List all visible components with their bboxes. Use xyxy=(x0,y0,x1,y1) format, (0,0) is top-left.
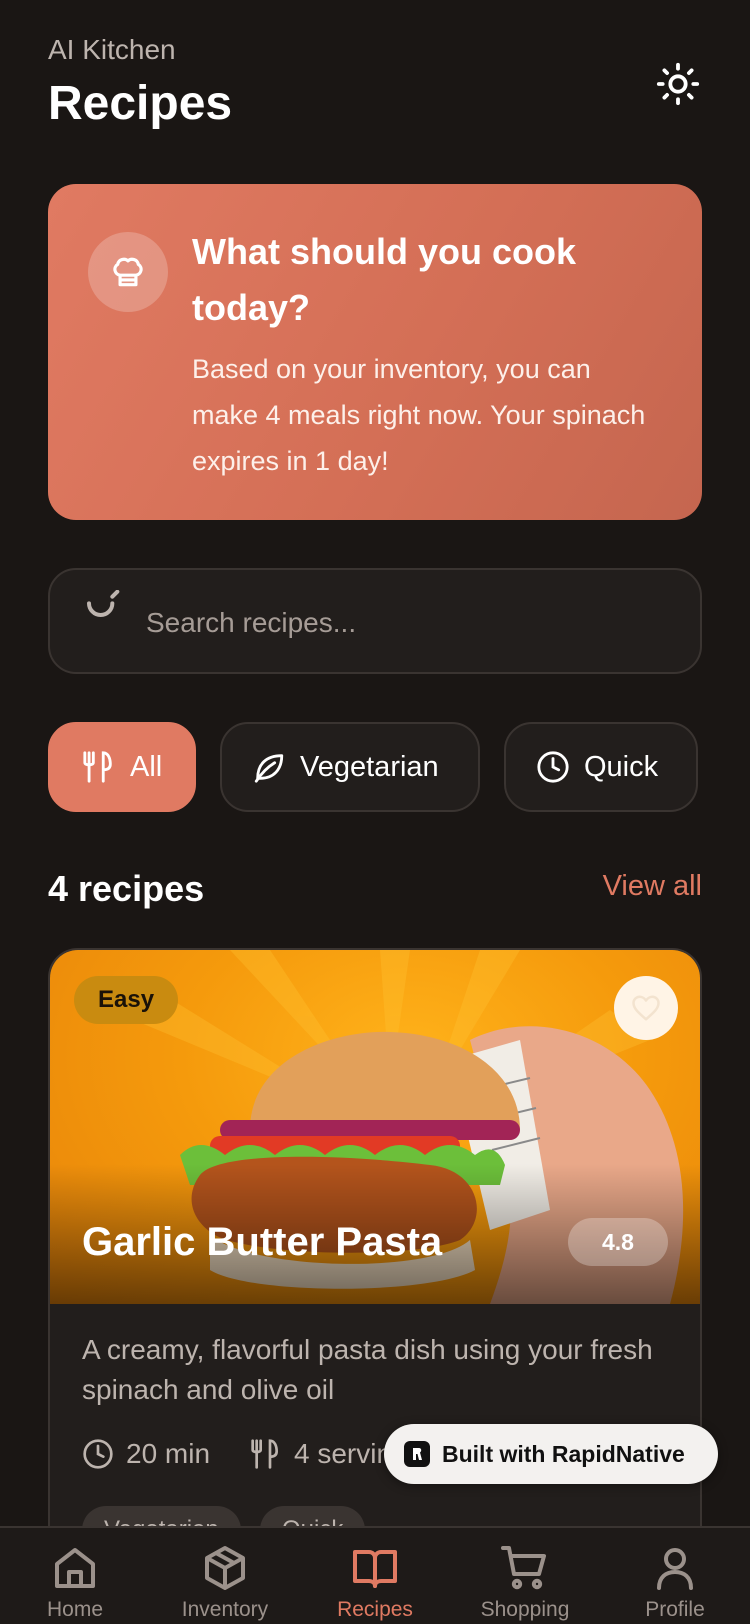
cart-icon xyxy=(501,1546,546,1590)
favorite-button[interactable] xyxy=(614,976,678,1040)
user-icon xyxy=(657,1548,693,1590)
recipe-image: Easy Garlic Butter Pasta 4.8 xyxy=(50,950,700,1304)
filter-chip-label: Quick xyxy=(584,750,659,783)
nav-label: Inventory xyxy=(181,1598,269,1621)
difficulty-badge: Easy xyxy=(74,976,179,1024)
recipe-count: 4 recipes xyxy=(48,868,205,909)
sun-icon xyxy=(656,62,700,106)
recipe-title: Garlic Butter Pasta xyxy=(82,1220,443,1264)
utensils-icon xyxy=(251,1439,279,1469)
suggestion-card[interactable]: What should you cook today? Based on you… xyxy=(48,184,702,520)
theme-toggle-button[interactable] xyxy=(652,58,704,110)
nav-label: Profile xyxy=(645,1598,705,1621)
filter-chip-quick[interactable]: Quick xyxy=(504,722,698,812)
nav-item-recipes[interactable]: Recipes xyxy=(305,1544,445,1622)
page-title: Recipes xyxy=(48,77,233,130)
nav-label: Home xyxy=(46,1598,104,1621)
rapidnative-mark xyxy=(413,1448,422,1460)
chef-hat-badge xyxy=(88,232,168,312)
filter-chip-vegetarian[interactable]: Vegetarian xyxy=(220,722,480,812)
recipes-screen: AI Kitchen Recipes What should you cook … xyxy=(0,0,750,1624)
nav-item-inventory[interactable]: Inventory xyxy=(155,1544,295,1622)
built-with-label: Built with RapidNative xyxy=(442,1440,685,1467)
heart-icon xyxy=(632,995,660,1021)
rating-badge: 4.8 xyxy=(568,1218,668,1266)
nav-item-shopping[interactable]: Shopping xyxy=(455,1544,595,1622)
built-with-badge[interactable]: Built with RapidNative xyxy=(384,1424,718,1484)
filter-chip-label: Vegetarian xyxy=(300,750,439,783)
suggestion-text: Based on your inventory, you can make 4 … xyxy=(192,354,646,476)
leaf-icon xyxy=(254,754,284,783)
nav-label: Recipes xyxy=(337,1598,413,1621)
recipe-card[interactable]: Easy Garlic Butter Pasta 4.8 A creamy, f… xyxy=(48,948,702,1624)
app-name: AI Kitchen xyxy=(48,34,176,65)
filter-chip-label: All xyxy=(130,750,163,783)
search-input[interactable] xyxy=(146,598,666,648)
utensils-icon xyxy=(83,751,112,783)
home-icon xyxy=(55,1548,95,1588)
rapidnative-logo-icon xyxy=(404,1441,430,1467)
nav-label: Shopping xyxy=(480,1598,570,1621)
view-all-link[interactable]: View all xyxy=(603,870,702,903)
suggestion-title: What should you cook today? xyxy=(192,231,576,328)
box-icon xyxy=(205,1546,245,1590)
nav-item-home[interactable]: Home xyxy=(5,1544,145,1622)
recipe-description: A creamy, flavorful pasta dish using you… xyxy=(82,1334,653,1405)
clock-icon xyxy=(83,1439,113,1469)
filter-chip-all[interactable]: All xyxy=(48,722,196,812)
search-icon xyxy=(87,590,120,617)
clock-icon xyxy=(537,751,569,783)
book-icon xyxy=(353,1550,397,1588)
chef-hat-icon xyxy=(113,257,143,287)
cook-time-value: 20 min xyxy=(126,1438,211,1469)
cook-time: 20 min xyxy=(82,1438,210,1470)
nav-item-profile[interactable]: Profile xyxy=(605,1544,745,1622)
bottom-nav: Home Inventory Recipes Shopping Profile xyxy=(0,1526,750,1624)
search-bar[interactable] xyxy=(48,568,702,674)
